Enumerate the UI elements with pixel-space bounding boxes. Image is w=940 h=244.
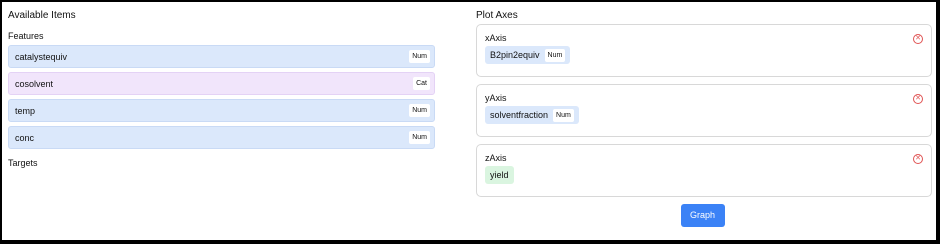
type-badge: Num — [409, 104, 430, 117]
axis-item-label: solventfraction — [490, 110, 549, 120]
axis-item-chip[interactable]: B2pin2equiv Num — [485, 46, 571, 64]
feature-item-label: catalystequiv — [15, 51, 68, 62]
type-badge: Num — [553, 108, 574, 122]
close-circle-icon[interactable]: ✕ — [913, 34, 923, 44]
axis-item-label: B2pin2equiv — [490, 50, 540, 60]
targets-heading: Targets — [8, 158, 38, 168]
plot-axes-title: Plot Axes — [476, 10, 518, 21]
feature-item-label: conc — [15, 132, 35, 143]
axis-item-label: yield — [490, 170, 509, 180]
feature-item-label: cosolvent — [15, 78, 54, 89]
axis-item-chip[interactable]: solventfraction Num — [485, 106, 579, 124]
x-axis-card[interactable]: xAxis ✕ B2pin2equiv Num — [476, 24, 932, 77]
close-circle-icon[interactable]: ✕ — [913, 154, 923, 164]
available-items-title: Available Items — [8, 10, 76, 21]
axis-label: zAxis — [485, 153, 507, 163]
plot-axes-panel: Plot Axes xAxis ✕ B2pin2equiv Num yAxis … — [476, 8, 932, 227]
y-axis-card[interactable]: yAxis ✕ solventfraction Num — [476, 84, 932, 137]
type-badge: Num — [409, 50, 430, 63]
available-items-panel: Available Items Features catalystequiv N… — [8, 8, 435, 169]
features-list: catalystequiv Num cosolvent Cat temp Num… — [8, 45, 435, 149]
z-axis-card[interactable]: zAxis ✕ yield — [476, 144, 932, 197]
type-badge: Num — [409, 131, 430, 144]
feature-item-temp[interactable]: temp Num — [8, 99, 435, 122]
app-frame: Available Items Features catalystequiv N… — [1, 1, 937, 241]
axis-label: yAxis — [485, 93, 507, 103]
close-circle-icon[interactable]: ✕ — [913, 94, 923, 104]
feature-item-label: temp — [15, 105, 36, 116]
type-badge: Num — [544, 48, 566, 62]
axis-label: xAxis — [485, 33, 507, 43]
type-badge: Cat — [413, 77, 430, 90]
feature-item-cosolvent[interactable]: cosolvent Cat — [8, 72, 435, 95]
feature-item-conc[interactable]: conc Num — [8, 126, 435, 149]
axis-item-chip[interactable]: yield — [485, 166, 514, 184]
features-heading: Features — [8, 31, 44, 41]
feature-item-catalystequiv[interactable]: catalystequiv Num — [8, 45, 435, 68]
graph-button[interactable]: Graph — [680, 204, 725, 227]
graph-row: Graph — [476, 204, 932, 227]
